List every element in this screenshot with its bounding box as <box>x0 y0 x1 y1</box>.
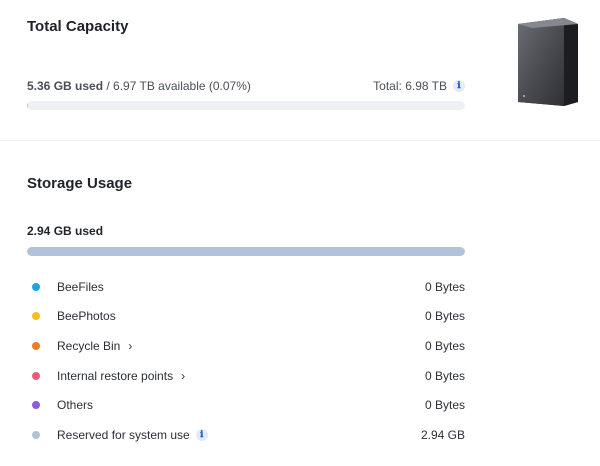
legend-value: 0 Bytes <box>424 309 465 324</box>
legend-item-beephotos: BeePhotos 0 Bytes <box>27 302 465 332</box>
capacity-used-text: 5.36 GB used <box>27 79 104 93</box>
nas-device-image <box>518 18 578 106</box>
storage-usage-legend: BeeFiles 0 Bytes BeePhotos 0 Bytes Recyc… <box>27 272 465 450</box>
beephotos-color-dot <box>32 312 40 321</box>
chevron-right-icon[interactable]: › <box>181 369 185 383</box>
legend-label: BeeFiles <box>57 279 104 294</box>
storage-used-text: 2.94 GB used <box>27 224 104 238</box>
legend-label[interactable]: Internal restore points <box>57 369 173 383</box>
legend-item-recycle-bin[interactable]: Recycle Bin › 0 Bytes <box>27 331 465 361</box>
info-icon[interactable]: ℹ <box>195 428 208 441</box>
legend-item-reserved-system: Reserved for system use ℹ 2.94 GB <box>27 420 465 450</box>
legend-label: Reserved for system use <box>57 427 190 442</box>
capacity-available-text: / 6.97 TB available (0.07%) <box>103 79 251 93</box>
legend-label: BeePhotos <box>57 309 116 324</box>
capacity-total: Total: 6.98 TB ℹ <box>373 79 465 93</box>
storage-usage-title: Storage Usage <box>27 175 133 192</box>
recycle-bin-color-dot <box>32 341 40 350</box>
legend-label: Others <box>57 398 94 413</box>
legend-item-internal-restore-points[interactable]: Internal restore points › 0 Bytes <box>27 361 465 391</box>
total-capacity-title: Total Capacity <box>27 18 129 35</box>
info-icon[interactable]: ℹ <box>453 80 465 92</box>
section-divider <box>0 140 600 141</box>
capacity-progress-bar <box>27 101 465 110</box>
capacity-total-text: Total: 6.98 TB <box>373 79 447 93</box>
legend-value: 2.94 GB <box>420 427 465 442</box>
legend-value: 0 Bytes <box>424 368 465 383</box>
capacity-summary: 5.36 GB used / 6.97 TB available (0.07%) <box>27 79 251 93</box>
internal-restore-points-color-dot <box>32 371 40 380</box>
legend-value: 0 Bytes <box>424 398 465 413</box>
reserved-system-color-dot <box>32 430 40 439</box>
beefiles-color-dot <box>32 282 40 291</box>
storage-usage-bar <box>27 247 465 256</box>
legend-value: 0 Bytes <box>424 338 465 353</box>
capacity-summary-row: 5.36 GB used / 6.97 TB available (0.07%)… <box>27 79 465 93</box>
legend-label[interactable]: Recycle Bin <box>57 339 120 353</box>
legend-item-beefiles: BeeFiles 0 Bytes <box>27 272 465 302</box>
storage-usage-fill <box>27 247 465 256</box>
legend-value: 0 Bytes <box>424 279 465 294</box>
others-color-dot <box>32 401 40 410</box>
legend-item-others: Others 0 Bytes <box>27 390 465 420</box>
chevron-right-icon[interactable]: › <box>128 339 132 353</box>
